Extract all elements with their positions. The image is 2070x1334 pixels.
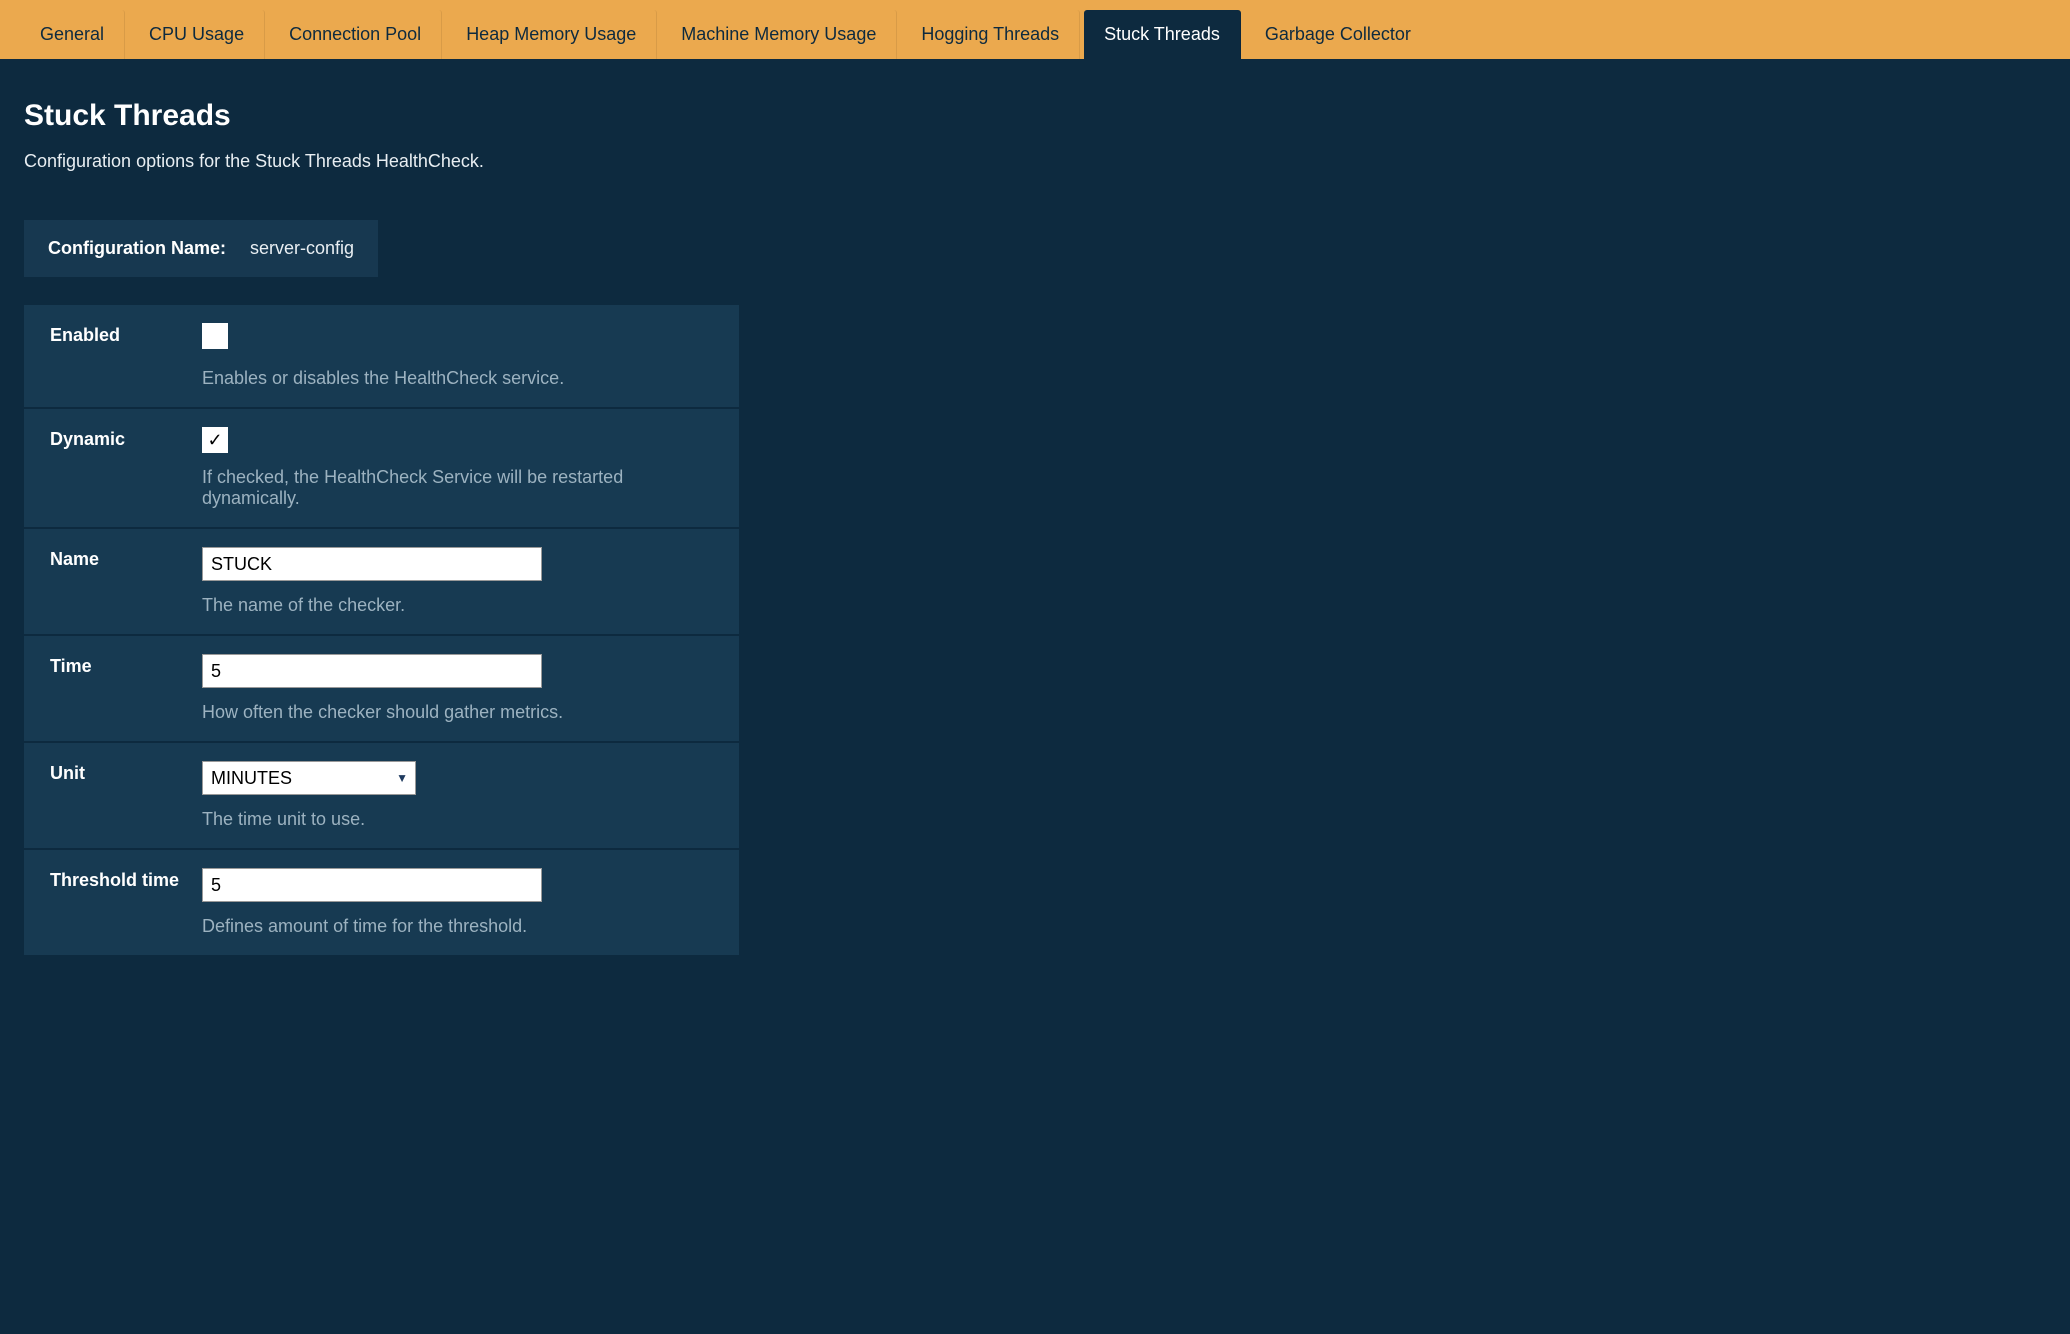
tab-garbage-collector[interactable]: Garbage Collector bbox=[1245, 10, 1431, 59]
enabled-label: Enabled bbox=[50, 323, 202, 346]
dynamic-help: If checked, the HealthCheck Service will… bbox=[202, 467, 715, 509]
dynamic-label: Dynamic bbox=[50, 427, 202, 450]
tab-general[interactable]: General bbox=[20, 10, 125, 59]
page-title: Stuck Threads bbox=[24, 99, 2046, 133]
row-unit: Unit ▼ The time unit to use. bbox=[24, 743, 739, 850]
config-name-label: Configuration Name: bbox=[48, 238, 226, 259]
enabled-help: Enables or disables the HealthCheck serv… bbox=[202, 368, 715, 389]
unit-help: The time unit to use. bbox=[202, 809, 715, 830]
name-input[interactable] bbox=[202, 547, 542, 581]
tab-hogging-threads[interactable]: Hogging Threads bbox=[901, 10, 1080, 59]
tab-connection-pool[interactable]: Connection Pool bbox=[269, 10, 442, 59]
row-threshold-time: Threshold time Defines amount of time fo… bbox=[24, 850, 739, 957]
tab-machine-memory-usage[interactable]: Machine Memory Usage bbox=[661, 10, 897, 59]
config-name-value: server-config bbox=[250, 238, 354, 259]
tab-cpu-usage[interactable]: CPU Usage bbox=[129, 10, 265, 59]
enabled-checkbox[interactable] bbox=[202, 323, 228, 349]
unit-label: Unit bbox=[50, 761, 202, 784]
config-name-box: Configuration Name: server-config bbox=[24, 220, 378, 277]
tab-stuck-threads[interactable]: Stuck Threads bbox=[1084, 10, 1241, 59]
time-label: Time bbox=[50, 654, 202, 677]
tab-bar: General CPU Usage Connection Pool Heap M… bbox=[0, 0, 2070, 59]
row-enabled: Enabled Enables or disables the HealthCh… bbox=[24, 305, 739, 409]
time-help: How often the checker should gather metr… bbox=[202, 702, 715, 723]
form-table: Enabled Enables or disables the HealthCh… bbox=[24, 305, 739, 957]
threshold-time-label: Threshold time bbox=[50, 868, 202, 891]
dynamic-checkbox[interactable]: ✓ bbox=[202, 427, 228, 453]
content-area: Stuck Threads Configuration options for … bbox=[0, 59, 2070, 981]
row-time: Time How often the checker should gather… bbox=[24, 636, 739, 743]
threshold-time-help: Defines amount of time for the threshold… bbox=[202, 916, 715, 937]
page-subtitle: Configuration options for the Stuck Thre… bbox=[24, 151, 2046, 172]
threshold-time-input[interactable] bbox=[202, 868, 542, 902]
name-label: Name bbox=[50, 547, 202, 570]
row-dynamic: Dynamic ✓ If checked, the HealthCheck Se… bbox=[24, 409, 739, 529]
tab-heap-memory-usage[interactable]: Heap Memory Usage bbox=[446, 10, 657, 59]
unit-select[interactable] bbox=[202, 761, 416, 795]
name-help: The name of the checker. bbox=[202, 595, 715, 616]
time-input[interactable] bbox=[202, 654, 542, 688]
row-name: Name The name of the checker. bbox=[24, 529, 739, 636]
